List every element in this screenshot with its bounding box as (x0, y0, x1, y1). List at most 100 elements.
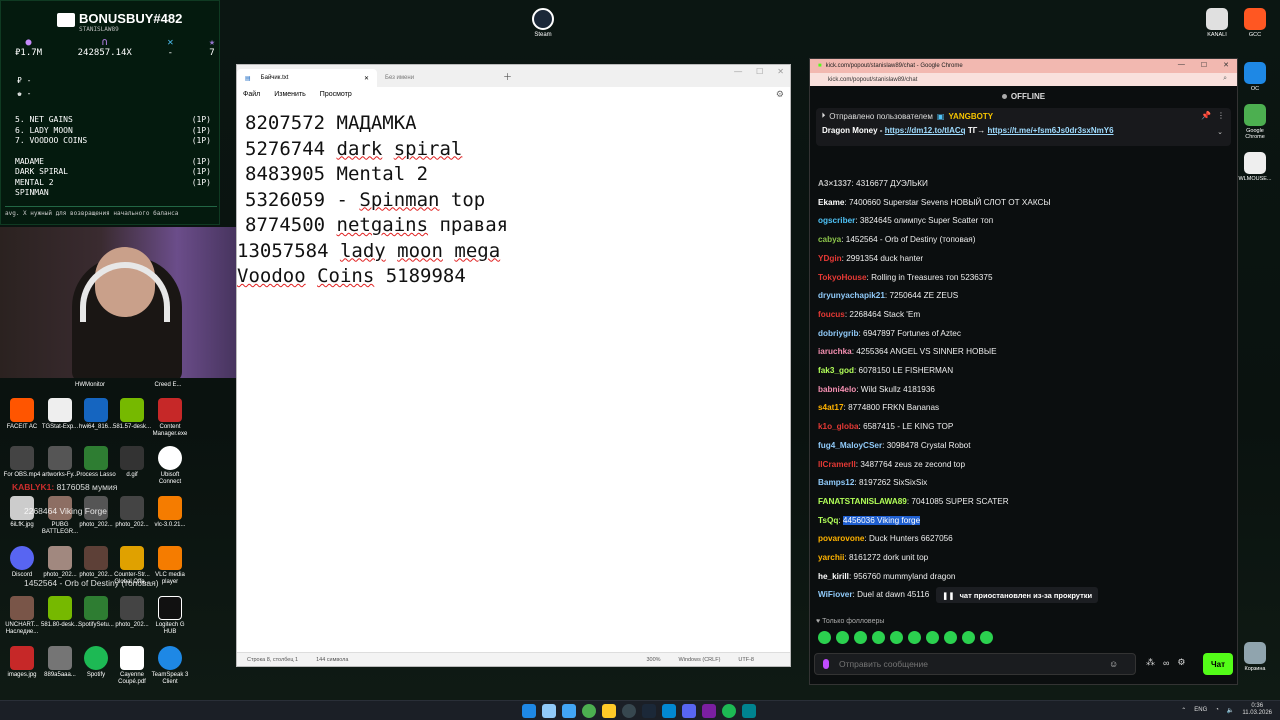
chat-username[interactable]: Bamps12 (818, 478, 854, 487)
desktop-icon-kanali[interactable]: KANALI (1200, 8, 1234, 38)
desktop-icon-photo1[interactable]: photo_202... (112, 496, 152, 529)
chat-username[interactable]: fak3_god (818, 366, 854, 375)
pinned-link-2[interactable]: https://t.me/+fsm6Js0dr3sxNmY6 (987, 126, 1113, 135)
desktop-icon-logitech[interactable]: Logitech G HUB (150, 596, 190, 636)
chat-username[interactable]: babni4elo (818, 385, 856, 394)
emote-icon[interactable] (854, 631, 867, 644)
emote-icon[interactable] (980, 631, 993, 644)
mic-icon[interactable] (823, 659, 829, 669)
desktop-icon-unchart[interactable]: UNCHART... Наследие... (2, 596, 42, 636)
gear-icon[interactable]: ⚙ (1177, 657, 1185, 668)
chat-username[interactable]: povarovone (818, 534, 864, 543)
chat-username[interactable]: dobriygrib (818, 329, 858, 338)
desktop-icon-889a5[interactable]: 889a5aaa... (40, 646, 80, 679)
desktop-icon-obs[interactable]: For OBS.mp4 (2, 446, 42, 479)
taskview-icon[interactable] (542, 704, 556, 718)
emoji-icon[interactable]: ☺ (1109, 659, 1118, 669)
chat-username[interactable]: foucus (818, 310, 845, 319)
chevron-up-icon[interactable]: ⌃ (1181, 707, 1186, 714)
tab-untitled[interactable]: Без имени (377, 69, 497, 87)
chat-username[interactable]: k1o_globa (818, 422, 859, 431)
emote-icon[interactable] (926, 631, 939, 644)
steam-icon[interactable] (642, 704, 656, 718)
desktop-icon-steam[interactable]: Steam (530, 8, 556, 38)
chat-username[interactable]: dryunyachapik21 (818, 291, 885, 300)
desktop-icon-gcc[interactable]: GCC (1238, 8, 1272, 38)
chat-username[interactable]: s4at17 (818, 403, 844, 412)
desktop-icon-photo2[interactable]: photo_202... (40, 546, 80, 579)
gear-icon[interactable]: ⚙ (776, 89, 784, 100)
chat-username[interactable]: cabya (818, 235, 841, 244)
desktop-icon-artworks[interactable]: artworks-Fy... (40, 446, 80, 479)
chat-send-button[interactable]: Чат (1203, 653, 1233, 675)
infinity-icon[interactable]: ∞ (1163, 658, 1169, 668)
chevron-down-icon[interactable]: ⌄ (1217, 128, 1223, 136)
emote-icon[interactable] (944, 631, 957, 644)
desktop-icon-d-gif[interactable]: d.gif (112, 446, 152, 479)
maximize-icon[interactable]: ☐ (756, 67, 763, 76)
obs-icon[interactable] (622, 704, 636, 718)
minimize-icon[interactable]: — (1178, 61, 1185, 69)
chat-username[interactable]: llCramerll (818, 460, 856, 469)
widgets-icon[interactable] (562, 704, 576, 718)
tray-lang[interactable]: ENG (1194, 707, 1207, 713)
desktop-icon-корзина[interactable]: Корзина (1238, 642, 1272, 672)
pinned-link-1[interactable]: https://dm12.to/tIACq (885, 126, 966, 135)
discord-icon[interactable] (682, 704, 696, 718)
chat-input[interactable] (839, 659, 1099, 669)
desktop-icon-images[interactable]: images.jpg (2, 646, 42, 679)
emote-icon[interactable] (908, 631, 921, 644)
desktop-icon-spotify-setup[interactable]: SpotifySetu... (76, 596, 116, 629)
desktop-icon-photo4[interactable]: photo_202... (112, 596, 152, 629)
tab-baychik[interactable]: ▤ Байчик.txt ✕ (237, 69, 377, 87)
search-icon[interactable]: ⌕ (1223, 75, 1227, 83)
chat-username[interactable]: TokyoHouse (818, 273, 867, 282)
users-icon[interactable]: ⁂ (1146, 657, 1155, 668)
chat-username[interactable]: WiFiover (818, 590, 853, 599)
desktop-icon-photo3[interactable]: photo_202... (76, 546, 116, 579)
explorer-icon[interactable] (602, 704, 616, 718)
desktop-icon-wlmouse-[interactable]: WLMOUSE... (1238, 152, 1272, 182)
more-icon[interactable]: ⋮ (1217, 111, 1225, 120)
chat-username[interactable]: fug4_MaloyCSer (818, 441, 882, 450)
telegram-icon[interactable] (662, 704, 676, 718)
close-icon[interactable]: ✕ (364, 75, 369, 82)
chat-username[interactable]: he_kirill (818, 572, 849, 581)
chat-username[interactable]: iaruchka (818, 347, 852, 356)
spotify-icon[interactable] (722, 704, 736, 718)
chat-paused-banner[interactable]: ❚❚ чат приостановлен из-за прокрутки (936, 587, 1099, 603)
menu-edit[interactable]: Изменить (274, 91, 306, 98)
windows-start-icon[interactable] (522, 704, 536, 718)
desktop-icon-ubisoft[interactable]: Ubisoft Connect (150, 446, 190, 486)
desktop-icon-discord[interactable]: Discord (2, 546, 42, 579)
pinned-bot-name[interactable]: YANGBOTY (948, 112, 993, 121)
desktop-icon-spotify[interactable]: Spotify (76, 646, 116, 679)
new-tab-button[interactable]: ＋ (503, 70, 512, 83)
emote-icon[interactable] (890, 631, 903, 644)
desktop-icon-581-desk[interactable]: 581.80-desk... (40, 596, 80, 629)
desktop-icon-hwmonitor[interactable]: HWMonitor (70, 380, 110, 389)
desktop-icon-hwi64[interactable]: hwi64_816... (76, 398, 116, 431)
volume-icon[interactable]: 🔈 (1227, 707, 1234, 714)
chat-username[interactable]: ogscriber (818, 216, 855, 225)
emote-icon[interactable] (962, 631, 975, 644)
desktop-icon-cayenne[interactable]: Cayenne Coupé.pdf (112, 646, 152, 686)
desktop-icon-oc[interactable]: OC (1238, 62, 1272, 92)
desktop-icon-teamspeak[interactable]: TeamSpeak 3 Client (150, 646, 190, 686)
menu-view[interactable]: Просмотр (320, 91, 352, 98)
desktop-icon-vlc1[interactable]: vlc-3.0.21... (150, 496, 190, 529)
chat-username[interactable]: YDgin (818, 254, 842, 263)
chrome-icon[interactable] (582, 704, 596, 718)
pinned-message[interactable]: 🞂 Отправлено пользователем ▣ YANGBOTY Dr… (816, 108, 1231, 146)
chat-username[interactable]: Ekame (818, 198, 844, 207)
chat-username[interactable]: yarchii (818, 553, 844, 562)
notepad-icon[interactable] (742, 704, 756, 718)
desktop-icon-google-chrome[interactable]: Google Chrome (1238, 104, 1272, 140)
notepad-text-area[interactable]: 8207572 МАДАМКА 5276744 dark spiral 848390… (237, 101, 790, 300)
app-icon[interactable] (702, 704, 716, 718)
desktop-icon-file[interactable]: TGStat-Exp... (40, 398, 80, 431)
minimize-icon[interactable]: — (734, 67, 742, 76)
close-window-icon[interactable]: ✕ (1223, 61, 1229, 69)
chat-username[interactable]: TsQq (818, 516, 838, 525)
desktop-icon-content-manager[interactable]: Content Manager.exe (150, 398, 190, 438)
